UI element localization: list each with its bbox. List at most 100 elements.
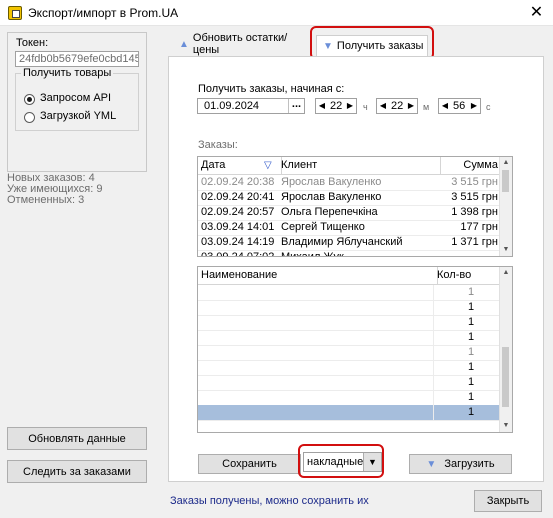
cell-sum: 1 371 грн bbox=[451, 236, 498, 248]
tab-highlight bbox=[310, 26, 434, 60]
cell-item-name bbox=[198, 345, 434, 360]
table-row[interactable]: 02.09.24 20:57 Ольга Перепечкіна 1 398 грн bbox=[198, 205, 502, 221]
minute-spinner[interactable]: ◀ 22 ▶ bbox=[376, 98, 418, 114]
items-grid-header: Наименование Кол-во bbox=[198, 267, 502, 285]
close-icon[interactable]: ✕ bbox=[520, 0, 553, 26]
orders-tab-pane: Получить заказы, начиная с: 01.09.2024 .… bbox=[168, 56, 544, 482]
table-row[interactable]: 03.09.24 14:19 Владимир Яблучанский 1 371 … bbox=[198, 235, 502, 251]
arrow-up-icon: ▲ bbox=[179, 38, 189, 50]
list-item[interactable]: 1 bbox=[198, 375, 502, 391]
minute-increment-icon[interactable]: ▶ bbox=[406, 99, 416, 113]
col-client[interactable]: Клиент bbox=[278, 157, 441, 174]
minute-unit: м bbox=[423, 102, 430, 112]
cell-item-qty: 1 bbox=[467, 391, 475, 403]
hour-spinner[interactable]: ◀ 22 ▶ bbox=[315, 98, 357, 114]
cell-client: Владимир Яблучанский bbox=[281, 236, 403, 248]
get-goods-group: Получить товары Запросом API Загрузкой Y… bbox=[15, 67, 139, 131]
cell-client: Ольга Перепечкіна bbox=[281, 206, 378, 218]
list-item[interactable]: 1 bbox=[198, 330, 502, 346]
cell-item-name bbox=[198, 285, 434, 300]
items-scroll-down-icon[interactable]: ▼ bbox=[500, 420, 512, 432]
col-sum[interactable]: Сумма bbox=[437, 157, 502, 174]
cell-date: 02.09.24 20:41 bbox=[201, 191, 275, 203]
list-item[interactable]: 1 bbox=[198, 285, 502, 301]
list-item[interactable]: 1 bbox=[198, 405, 502, 421]
title-bar: Экспорт/импорт в Prom.UA ✕ bbox=[0, 0, 553, 26]
from-date-label: Получить заказы, начиная с: bbox=[198, 83, 345, 95]
items-grid[interactable]: Наименование Кол-во 1 1 1 1 1 1 1 1 1 ▲ ▼ bbox=[197, 266, 513, 433]
arrow-down-icon: ▼ bbox=[426, 458, 437, 470]
get-goods-legend: Получить товары bbox=[21, 67, 114, 79]
radio-yml-label[interactable]: Загрузкой YML bbox=[40, 110, 116, 122]
items-scrollbar[interactable]: ▲ ▼ bbox=[499, 267, 512, 432]
second-increment-icon[interactable]: ▶ bbox=[469, 99, 479, 113]
second-decrement-icon[interactable]: ◀ bbox=[440, 99, 450, 113]
watch-orders-button[interactable]: Следить за заказами bbox=[7, 460, 147, 483]
save-button[interactable]: Сохранить bbox=[198, 454, 301, 474]
settings-group: Токен: 24fdb0b5679efe0cbd14579c Получить… bbox=[7, 32, 147, 172]
tab-update-stock[interactable]: ▲ Обновить остатки/цены bbox=[173, 32, 313, 56]
cell-date: 03.09.24 14:19 bbox=[201, 236, 275, 248]
items-scroll-thumb[interactable] bbox=[502, 347, 509, 407]
col-date[interactable]: Дата ▽ bbox=[198, 157, 282, 174]
radio-api[interactable] bbox=[24, 94, 35, 105]
cell-item-qty: 1 bbox=[467, 361, 475, 373]
cell-sum: 177 грн bbox=[460, 221, 498, 233]
list-item[interactable]: 1 bbox=[198, 345, 502, 361]
close-button[interactable]: Закрыть bbox=[474, 490, 542, 512]
cell-item-qty: 1 bbox=[467, 331, 475, 343]
minute-decrement-icon[interactable]: ◀ bbox=[378, 99, 388, 113]
cell-item-qty: 1 bbox=[467, 301, 475, 313]
scroll-thumb[interactable] bbox=[502, 170, 509, 192]
cell-client: Ярослав Вакуленко bbox=[281, 176, 382, 188]
hour-unit: ч bbox=[363, 102, 368, 112]
orders-scrollbar[interactable]: ▲ ▼ bbox=[499, 157, 512, 256]
radio-api-label[interactable]: Запросом API bbox=[40, 92, 111, 104]
cell-date: 02.09.24 20:38 bbox=[201, 176, 275, 188]
cell-date: 02.09.24 20:57 bbox=[201, 206, 275, 218]
items-scroll-up-icon[interactable]: ▲ bbox=[500, 267, 512, 279]
cell-item-name bbox=[198, 315, 434, 330]
col-name[interactable]: Наименование bbox=[198, 267, 438, 284]
token-label: Токен: bbox=[16, 37, 49, 49]
cell-item-qty: 1 bbox=[467, 406, 475, 418]
update-data-button[interactable]: Обновлять данные bbox=[7, 427, 147, 450]
cell-item-name bbox=[198, 375, 434, 390]
status-text: Заказы получены, можно сохранить их bbox=[170, 495, 369, 507]
table-row[interactable]: 02.09.24 20:38 Ярослав Вакуленко 3 515 грн bbox=[198, 175, 502, 191]
format-highlight bbox=[298, 444, 384, 478]
cell-date: 03.09.24 07:02 bbox=[201, 251, 275, 257]
window-title: Экспорт/импорт в Prom.UA bbox=[28, 6, 179, 20]
stats-block: Новых заказов: 4 Уже имеющихся: 9 Отмене… bbox=[7, 173, 103, 206]
load-button-label: Загрузить bbox=[444, 458, 495, 470]
minute-value: 22 bbox=[391, 100, 404, 112]
radio-yml[interactable] bbox=[24, 112, 35, 123]
table-row[interactable]: 02.09.24 20:41 Ярослав Вакуленко 3 515 грн bbox=[198, 190, 502, 206]
date-picker-button[interactable]: ... bbox=[288, 99, 304, 113]
cell-item-name bbox=[198, 300, 434, 315]
cell-item-qty: 1 bbox=[467, 286, 475, 298]
cell-item-name bbox=[198, 390, 434, 405]
cell-sum: 1 398 грн bbox=[451, 206, 498, 218]
list-item[interactable]: 1 bbox=[198, 390, 502, 406]
col-qty[interactable]: Кол-во bbox=[434, 267, 505, 284]
list-item[interactable]: 1 bbox=[198, 360, 502, 376]
cell-item-qty: 1 bbox=[467, 346, 475, 358]
cell-client: Михаил Жук bbox=[281, 251, 344, 257]
list-item[interactable]: 1 bbox=[198, 315, 502, 331]
table-row[interactable]: 03.09.24 14:01 Сергей Тищенко 177 грн bbox=[198, 220, 502, 236]
scroll-up-icon[interactable]: ▲ bbox=[500, 157, 512, 169]
orders-grid[interactable]: Дата ▽ Клиент Сумма 02.09.24 20:38 Яросла… bbox=[197, 156, 513, 257]
table-row[interactable]: 03.09.24 07:02 Михаил Жук bbox=[198, 250, 502, 257]
cell-date: 03.09.24 14:01 bbox=[201, 221, 275, 233]
load-button[interactable]: ▼ Загрузить bbox=[409, 454, 512, 474]
scroll-down-icon[interactable]: ▼ bbox=[500, 244, 512, 256]
orders-grid-header: Дата ▽ Клиент Сумма bbox=[198, 157, 502, 175]
stat-cancelled: Отмененных: 3 bbox=[7, 194, 85, 206]
cell-item-qty: 1 bbox=[467, 316, 475, 328]
list-item[interactable]: 1 bbox=[198, 300, 502, 316]
token-field[interactable]: 24fdb0b5679efe0cbd14579c bbox=[15, 51, 139, 67]
hour-decrement-icon[interactable]: ◀ bbox=[317, 99, 327, 113]
second-spinner[interactable]: ◀ 56 ▶ bbox=[438, 98, 481, 114]
hour-increment-icon[interactable]: ▶ bbox=[345, 99, 355, 113]
